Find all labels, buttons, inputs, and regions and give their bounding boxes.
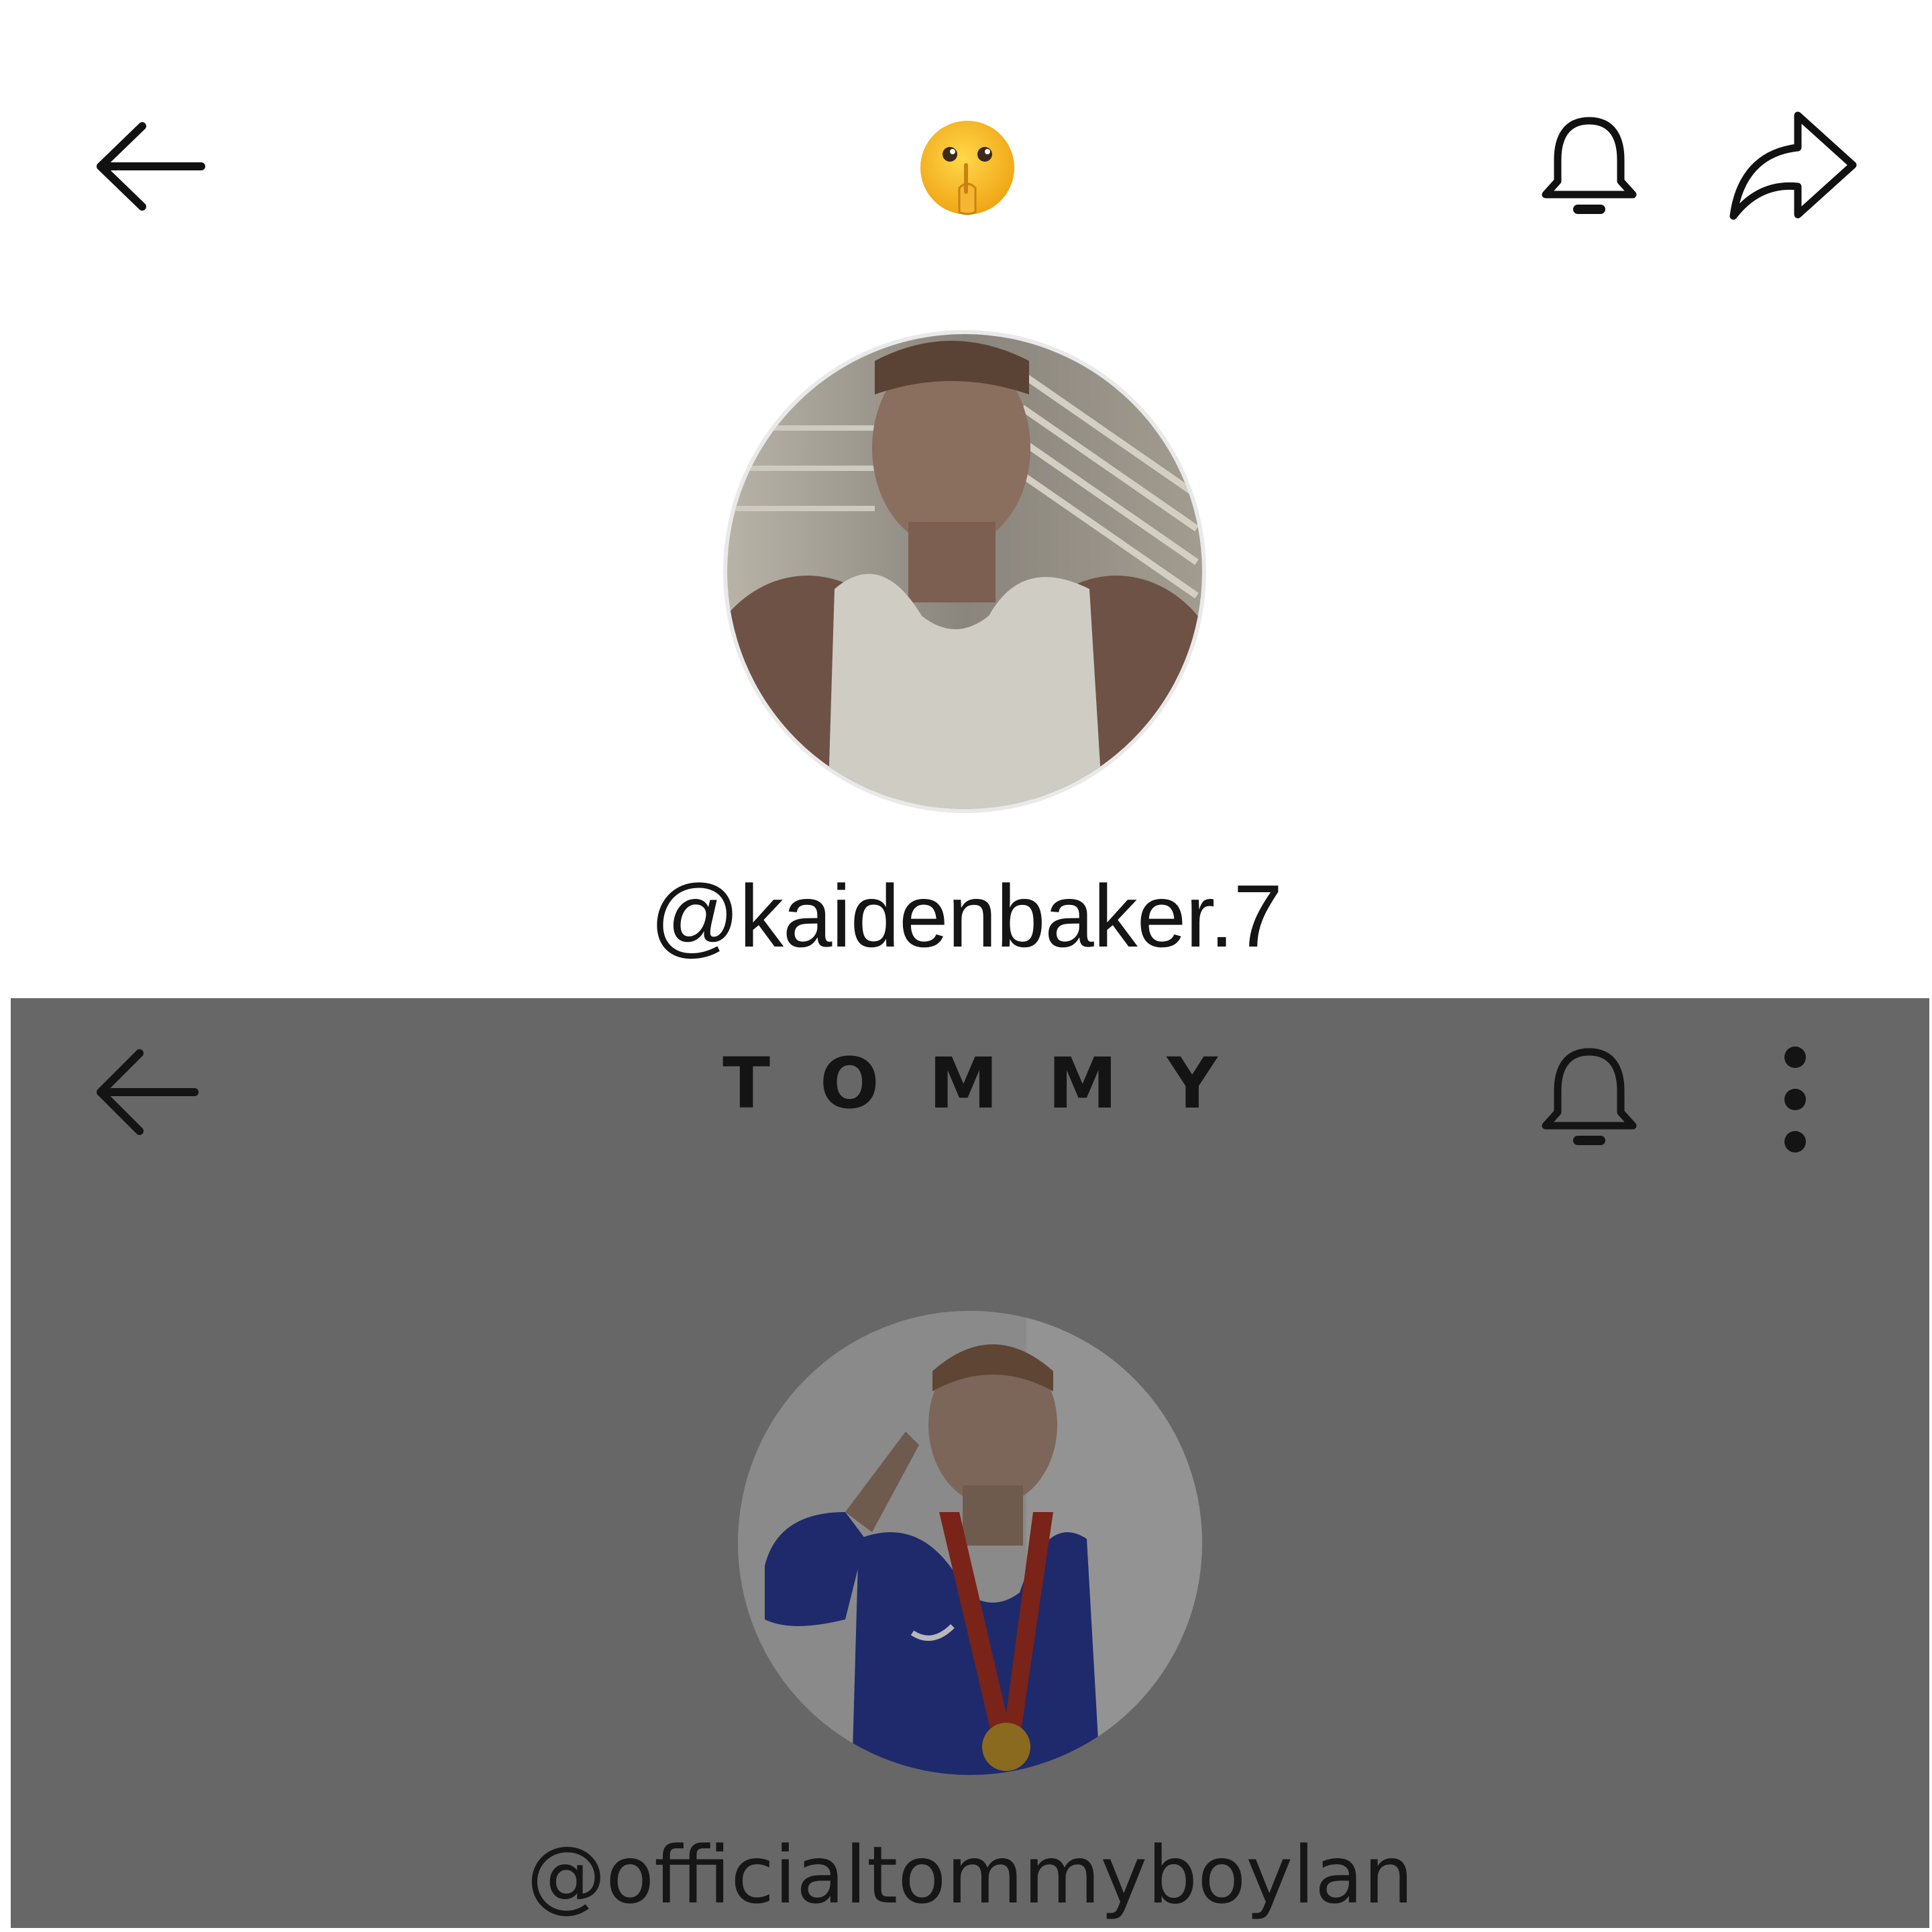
share-arrow-icon[interactable] — [1725, 109, 1860, 224]
more-vertical-icon[interactable] — [1768, 1042, 1822, 1157]
bottom-profile-screen-dimmed: TOMMY @officialtommyboylan — [11, 998, 1929, 1928]
bell-icon[interactable] — [1532, 1042, 1646, 1157]
top-profile-screen: @kaidenbaker.7 — [0, 0, 1932, 998]
username: @kaidenbaker.7 — [650, 867, 1283, 965]
profile-avatar[interactable] — [727, 334, 1202, 809]
username: @officialtommyboylan — [526, 1829, 1414, 1921]
title-emoji — [918, 118, 1017, 217]
back-arrow-icon[interactable] — [94, 119, 208, 213]
profile-avatar[interactable] — [738, 1311, 1202, 1775]
bell-icon[interactable] — [1532, 111, 1646, 225]
